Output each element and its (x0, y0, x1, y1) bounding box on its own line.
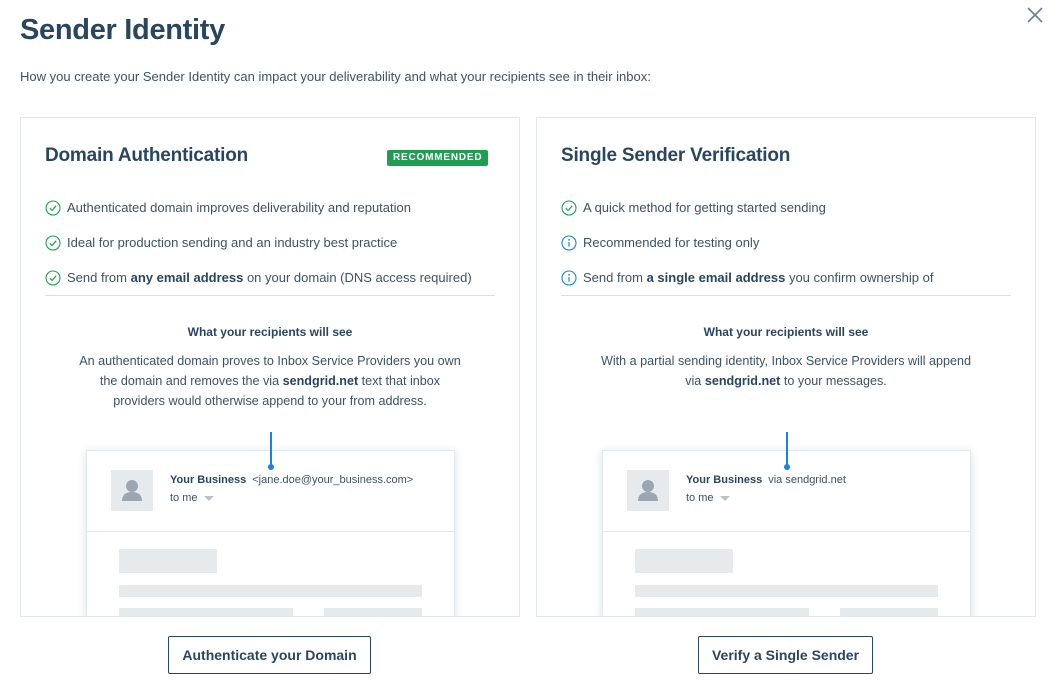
divider (45, 295, 495, 296)
avatar-icon (111, 470, 153, 511)
feature-item: Recommended for testing only (561, 225, 1021, 260)
pointer-line (270, 432, 272, 465)
info-circle-icon (561, 234, 577, 251)
skeleton-line (635, 585, 938, 597)
recipients-heading: What your recipients will see (187, 325, 353, 339)
feature-item: Authenticated domain improves deliverabi… (45, 190, 505, 225)
caret-down-icon (719, 495, 730, 501)
pointer-dot (268, 464, 274, 470)
feature-text: Recommended for testing only (583, 235, 760, 250)
email-preview: Your Business via sendgrid.net to me (602, 450, 971, 616)
skeleton-line (324, 608, 422, 616)
feature-text: Ideal for production sending and an indu… (67, 235, 398, 250)
pointer-dot (784, 464, 790, 470)
info-circle-icon (561, 269, 577, 286)
feature-item: Send from a single email address you con… (561, 260, 1021, 295)
feature-item: Send from any email address on your doma… (45, 260, 505, 295)
sender-identity-modal: Sender Identity How you create your Send… (0, 0, 1056, 692)
skeleton-line (635, 608, 809, 616)
feature-text: Send from any email address on your doma… (67, 270, 472, 285)
skeleton-line (119, 549, 217, 573)
recipient-label: to me (686, 492, 714, 504)
check-circle-icon (45, 234, 61, 251)
recipients-description: An authenticated domain proves to Inbox … (79, 354, 461, 408)
divider (561, 295, 1011, 296)
domain-authentication-card: Domain Authentication RECOMMENDED Authen… (20, 117, 520, 617)
email-to-line: to me (686, 492, 730, 504)
email-from-line: Your Business <jane.doe@your_business.com… (170, 474, 413, 486)
email-from-line: Your Business via sendgrid.net (686, 474, 846, 486)
pointer-line (786, 432, 788, 465)
sender-address: <jane.doe@your_business.com> (252, 474, 414, 486)
authenticate-domain-button[interactable]: Authenticate your Domain (168, 636, 371, 674)
single-sender-card: Single Sender Verification A quick metho… (536, 117, 1036, 617)
feature-list: Authenticated domain improves deliverabi… (45, 190, 505, 295)
skeleton-line (635, 549, 733, 573)
close-icon[interactable] (1024, 4, 1046, 26)
verify-single-sender-button[interactable]: Verify a Single Sender (698, 636, 873, 674)
feature-item: A quick method for getting started sendi… (561, 190, 1021, 225)
modal-subtitle: How you create your Sender Identity can … (20, 69, 651, 84)
check-circle-icon (561, 199, 577, 216)
check-circle-icon (45, 199, 61, 216)
feature-text: A quick method for getting started sendi… (583, 200, 826, 215)
feature-text: Send from a single email address you con… (583, 270, 934, 285)
skeleton-line (119, 585, 422, 597)
recommended-badge: RECOMMENDED (387, 150, 489, 166)
caret-down-icon (203, 495, 214, 501)
sender-name: Your Business (170, 474, 247, 486)
modal-title: Sender Identity (20, 14, 225, 46)
feature-list: A quick method for getting started sendi… (561, 190, 1021, 295)
recipients-description: With a partial sending identity, Inbox S… (600, 354, 972, 388)
preview-divider (87, 531, 454, 532)
feature-text: Authenticated domain improves deliverabi… (67, 200, 411, 215)
avatar-icon (627, 470, 669, 511)
check-circle-icon (45, 269, 61, 286)
card-title: Domain Authentication (45, 145, 249, 166)
preview-divider (603, 531, 970, 532)
skeleton-line (840, 608, 938, 616)
recipients-heading: What your recipients will see (703, 325, 869, 339)
email-to-line: to me (170, 492, 214, 504)
card-title: Single Sender Verification (561, 145, 791, 166)
feature-item: Ideal for production sending and an indu… (45, 225, 505, 260)
recipient-label: to me (170, 492, 198, 504)
skeleton-line (119, 608, 293, 616)
email-preview: Your Business <jane.doe@your_business.com… (86, 450, 455, 616)
sender-address: via sendgrid.net (768, 474, 846, 486)
sender-name: Your Business (686, 474, 763, 486)
